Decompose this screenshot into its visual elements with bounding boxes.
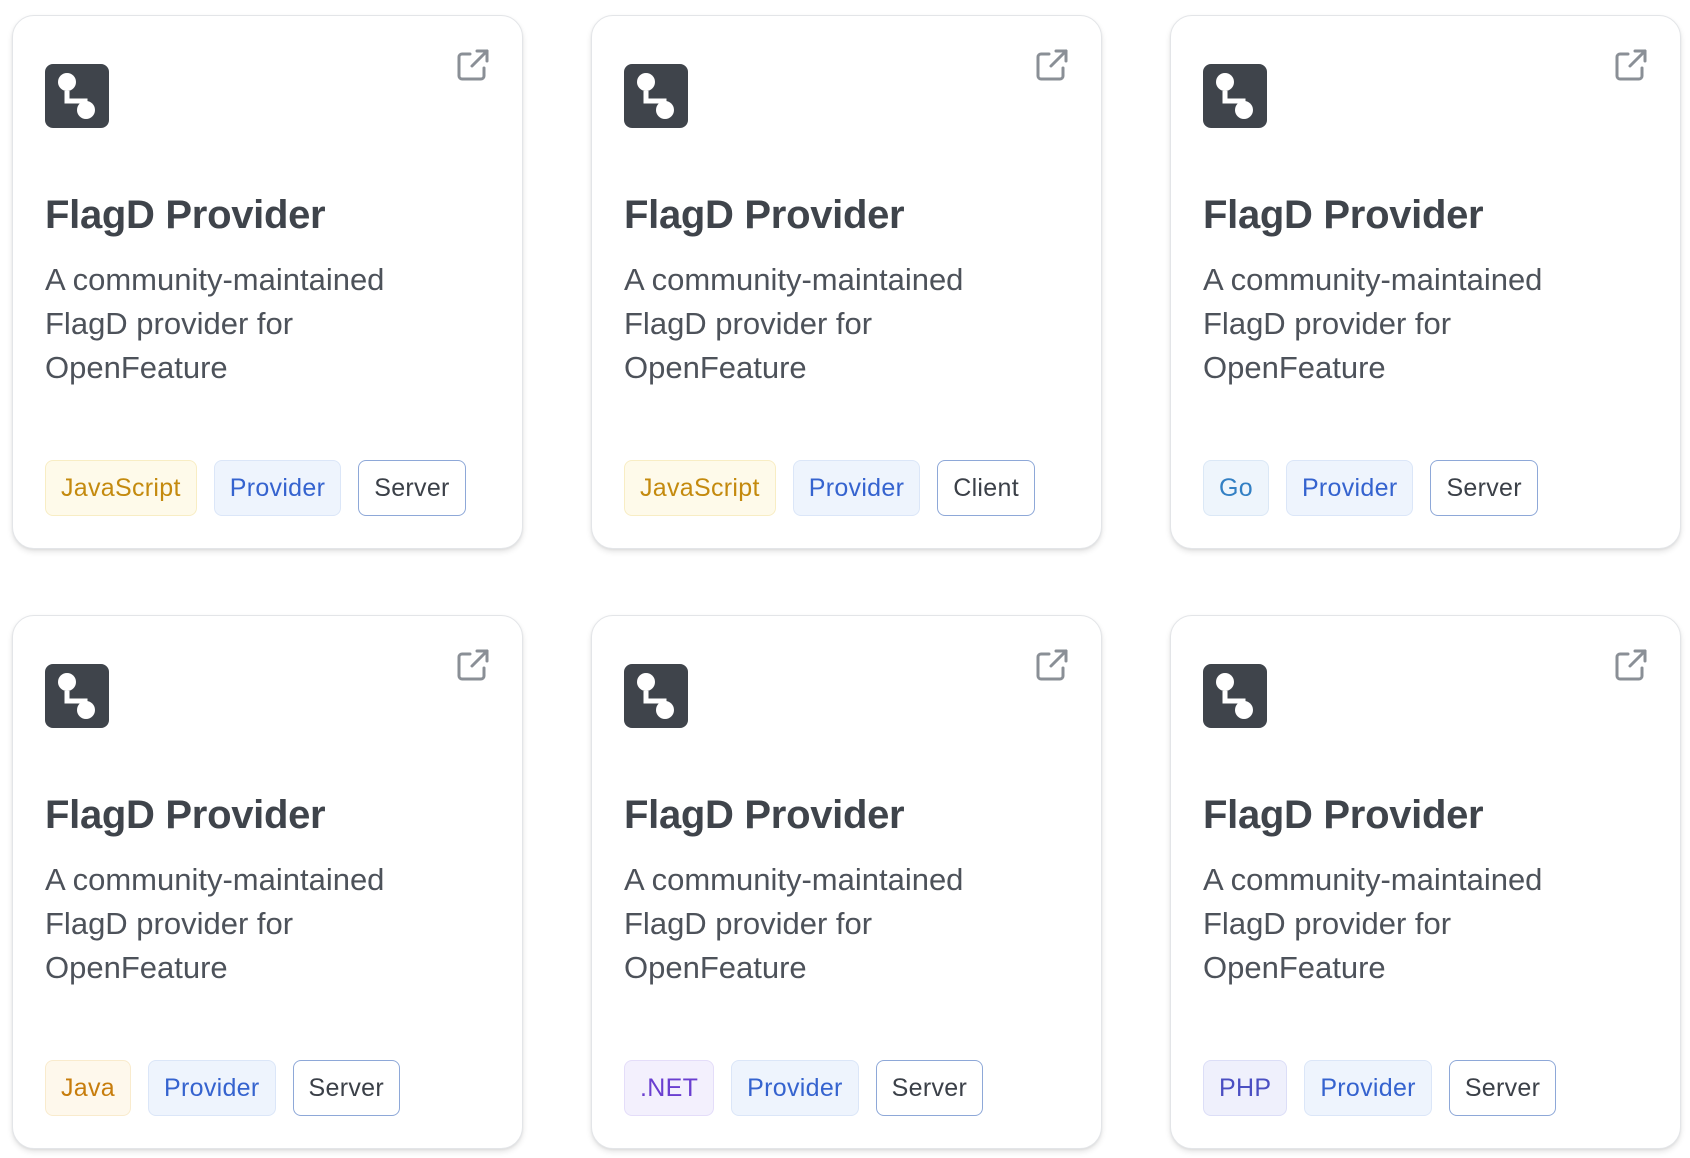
external-link-icon[interactable] [1035, 48, 1069, 82]
tag-list: PHP Provider Server [1203, 1060, 1557, 1116]
language-tag[interactable]: PHP [1203, 1060, 1288, 1116]
card-title: FlagD Provider [45, 193, 326, 237]
flag-branch-icon [1203, 664, 1267, 728]
external-link-icon[interactable] [456, 648, 490, 682]
tag-list: Go Provider Server [1203, 460, 1538, 516]
external-link-icon[interactable] [1035, 648, 1069, 682]
environment-tag[interactable]: Server [1448, 1060, 1557, 1116]
card-description: A community-maintained FlagD provider fo… [45, 862, 385, 985]
environment-tag[interactable]: Server [358, 460, 466, 516]
card-title: FlagD Provider [1203, 793, 1484, 837]
tag-list: JavaScript Provider Server [45, 460, 466, 516]
flag-branch-icon [624, 664, 688, 728]
card-description: A community-maintained FlagD provider fo… [1203, 862, 1543, 985]
flag-branch-icon [45, 664, 109, 728]
language-tag[interactable]: Java [45, 1060, 132, 1116]
provider-card[interactable]: FlagD Provider A community-maintained Fl… [1170, 15, 1681, 549]
language-tag[interactable]: JavaScript [45, 460, 197, 516]
environment-tag[interactable]: Server [1430, 460, 1538, 516]
provider-card-grid: FlagD Provider A community-maintained Fl… [12, 15, 1681, 1149]
type-tag[interactable]: Provider [1285, 460, 1414, 516]
language-tag[interactable]: .NET [624, 1060, 715, 1116]
provider-card[interactable]: FlagD Provider A community-maintained Fl… [591, 615, 1102, 1149]
card-title: FlagD Provider [624, 193, 905, 237]
card-title: FlagD Provider [624, 793, 905, 837]
language-tag[interactable]: JavaScript [624, 460, 776, 516]
provider-card[interactable]: FlagD Provider A community-maintained Fl… [12, 615, 523, 1149]
card-description: A community-maintained FlagD provider fo… [624, 262, 964, 385]
environment-tag[interactable]: Server [875, 1060, 984, 1116]
card-title: FlagD Provider [45, 793, 326, 837]
external-link-icon[interactable] [1614, 48, 1648, 82]
flag-branch-icon [624, 64, 688, 128]
card-description: A community-maintained FlagD provider fo… [624, 862, 964, 985]
type-tag[interactable]: Provider [148, 1060, 276, 1116]
flag-branch-icon [45, 64, 109, 128]
card-title: FlagD Provider [1203, 193, 1484, 237]
environment-tag[interactable]: Server [292, 1060, 400, 1116]
provider-card[interactable]: FlagD Provider A community-maintained Fl… [1170, 615, 1681, 1149]
type-tag[interactable]: Provider [213, 460, 342, 516]
external-link-icon[interactable] [1614, 648, 1648, 682]
type-tag[interactable]: Provider [792, 460, 921, 516]
type-tag[interactable]: Provider [731, 1060, 859, 1116]
flag-branch-icon [1203, 64, 1267, 128]
card-description: A community-maintained FlagD provider fo… [45, 262, 385, 385]
provider-card[interactable]: FlagD Provider A community-maintained Fl… [12, 15, 523, 549]
external-link-icon[interactable] [456, 48, 490, 82]
type-tag[interactable]: Provider [1304, 1060, 1432, 1116]
environment-tag[interactable]: Client [937, 460, 1035, 516]
card-description: A community-maintained FlagD provider fo… [1203, 262, 1543, 385]
tag-list: Java Provider Server [45, 1060, 400, 1116]
provider-card[interactable]: FlagD Provider A community-maintained Fl… [591, 15, 1102, 549]
language-tag[interactable]: Go [1203, 460, 1269, 516]
tag-list: .NET Provider Server [624, 1060, 984, 1116]
tag-list: JavaScript Provider Client [624, 460, 1035, 516]
